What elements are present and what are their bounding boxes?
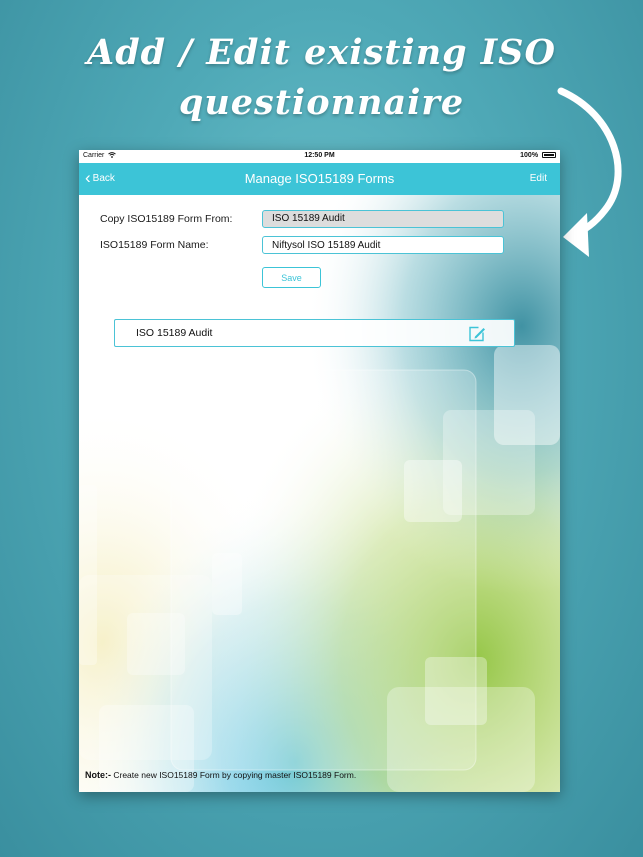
back-button[interactable]: ‹ Back xyxy=(85,168,115,187)
battery-percent: 100% xyxy=(520,152,539,159)
edit-pencil-icon[interactable] xyxy=(468,325,486,342)
form-name-input[interactable] xyxy=(262,236,504,254)
battery-icon xyxy=(542,152,556,159)
save-button[interactable]: Save xyxy=(262,267,321,288)
status-bar: Carrier 12:50 PM 100% xyxy=(79,150,560,163)
back-label: Back xyxy=(92,172,115,184)
page-title: Manage ISO15189 Forms xyxy=(244,171,395,186)
form-name-label: ISO15189 Form Name: xyxy=(100,239,209,251)
status-battery: 100% xyxy=(520,152,556,159)
footer-note: Note:- Create new ISO15189 Form by copyi… xyxy=(85,770,356,780)
copy-from-label: Copy ISO15189 Form From: xyxy=(100,213,233,225)
status-time: 12:50 PM xyxy=(304,152,335,159)
form-content: Copy ISO15189 Form From: ISO 15189 Audit… xyxy=(79,195,560,792)
list-item-label: ISO 15189 Audit xyxy=(136,327,213,339)
promo-title-line-1: Add / Edit existing ISO xyxy=(87,32,556,73)
device-screen: Carrier 12:50 PM 100% ‹ Back Manage ISO1… xyxy=(79,150,560,792)
note-prefix: Note:- xyxy=(85,770,111,780)
copy-from-field[interactable]: ISO 15189 Audit xyxy=(262,210,504,228)
navigation-bar: ‹ Back Manage ISO15189 Forms Edit xyxy=(79,163,560,195)
note-text: Create new ISO15189 Form by copying mast… xyxy=(111,770,357,780)
list-item[interactable]: ISO 15189 Audit xyxy=(114,319,515,347)
edit-button[interactable]: Edit xyxy=(530,173,547,184)
chevron-left-icon: ‹ xyxy=(85,168,91,187)
